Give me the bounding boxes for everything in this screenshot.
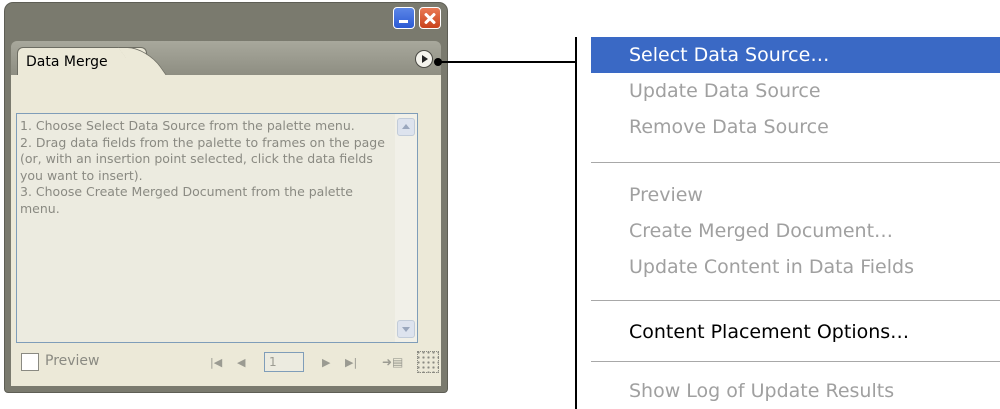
menu-item-remove-data-source[interactable]: Remove Data Source xyxy=(591,109,1000,145)
tab-data-merge[interactable]: Data Merge xyxy=(17,47,147,76)
menu-item-preview[interactable]: Preview xyxy=(591,177,1000,213)
menu-separator xyxy=(591,300,1000,301)
next-record-icon[interactable]: ▶ xyxy=(322,356,330,369)
menu-item-update-data-source[interactable]: Update Data Source xyxy=(591,73,1000,109)
menu-item-show-log-of-update-results[interactable]: Show Log of Update Results xyxy=(591,373,1000,409)
palette-titlebar[interactable] xyxy=(5,3,447,37)
palette-menu-icon[interactable] xyxy=(415,50,433,68)
last-record-icon[interactable]: ▶| xyxy=(345,356,357,369)
data-fields-list[interactable]: 1. Choose Select Data Source from the pa… xyxy=(16,113,418,343)
minimize-icon[interactable] xyxy=(393,7,415,29)
vertical-scrollbar[interactable] xyxy=(395,114,417,342)
menu-item-content-placement-options[interactable]: Content Placement Options… xyxy=(591,314,1000,350)
menu-item-update-content-in-data-fields[interactable]: Update Content in Data Fields xyxy=(591,249,1000,285)
tab-label: Data Merge xyxy=(26,54,108,70)
previous-record-icon[interactable]: ◀ xyxy=(237,356,245,369)
menu-item-create-merged-document[interactable]: Create Merged Document… xyxy=(591,213,1000,249)
preview-label: Preview xyxy=(45,353,100,369)
menu-separator xyxy=(591,361,1000,362)
menu-item-select-data-source[interactable]: Select Data Source… xyxy=(591,37,1000,73)
close-icon[interactable] xyxy=(419,7,441,29)
record-number-field[interactable]: 1 xyxy=(264,352,304,372)
palette-tab-strip: Data Merge xyxy=(11,41,441,76)
scroll-down-icon[interactable] xyxy=(397,320,415,338)
palette-menu: Select Data Source… Update Data Source R… xyxy=(577,37,1000,409)
create-merged-document-icon[interactable]: ➜▤ xyxy=(382,355,403,369)
preview-checkbox[interactable] xyxy=(21,353,39,371)
palette-bottom-bar: Preview |◀ ◀ 1 ▶ ▶| ➜▤ xyxy=(11,347,441,377)
palette-body: 1. Choose Select Data Source from the pa… xyxy=(11,75,441,386)
scroll-up-icon[interactable] xyxy=(397,118,415,136)
callout-line xyxy=(437,61,575,63)
menu-separator xyxy=(591,162,1000,163)
resize-grip-icon[interactable] xyxy=(417,351,439,373)
first-record-icon[interactable]: |◀ xyxy=(210,356,222,369)
data-merge-palette: Data Merge 1. Choose Select Data Source … xyxy=(5,3,447,392)
instructions-text: 1. Choose Select Data Source from the pa… xyxy=(20,118,385,216)
